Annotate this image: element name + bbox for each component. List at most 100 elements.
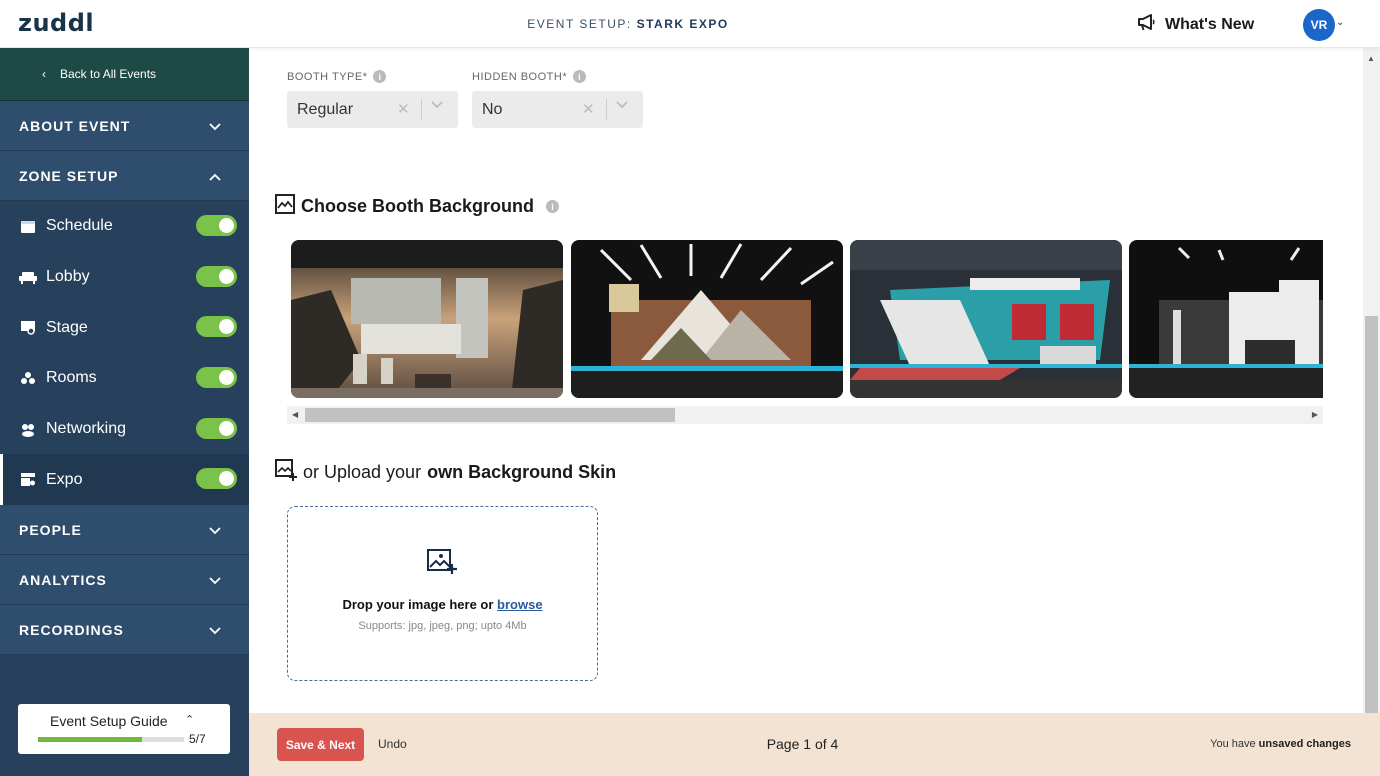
unsaved-changes-notice: You have unsaved changes — [1210, 738, 1351, 750]
booth-type-label: BOOTH TYPE* i — [287, 70, 387, 83]
guide-label: Event Setup Guide — [50, 713, 168, 729]
event-name: STARK EXPO — [636, 17, 729, 31]
footer-bar: Save & Next Undo Page 1 of 4 You have un… — [249, 713, 1380, 776]
user-avatar[interactable]: VR — [1303, 9, 1335, 41]
section-zone-setup[interactable]: ZONE SETUP — [0, 151, 249, 201]
sidebar-item-stage[interactable]: Stage — [0, 302, 249, 353]
sidebar-item-label: Stage — [46, 318, 88, 336]
hidden-booth-label-text: HIDDEN BOOTH* — [472, 70, 568, 83]
whats-new-label: What's New — [1165, 15, 1255, 33]
sidebar-item-label: Schedule — [46, 217, 113, 235]
scroll-left-arrow-icon[interactable]: ◀ — [292, 410, 298, 419]
sidebar-item-label: Expo — [46, 470, 83, 488]
unsaved-bold: unsaved changes — [1258, 738, 1351, 750]
booth-type-select[interactable]: Regular ✕ — [287, 91, 458, 128]
guide-count: 5/7 — [189, 732, 206, 746]
booth-background-gallery — [291, 240, 1323, 398]
scroll-up-arrow-icon[interactable]: ▲ — [1367, 54, 1375, 63]
page-vertical-scrollbar[interactable]: ▲ — [1363, 48, 1380, 713]
background-option-2[interactable] — [571, 240, 843, 398]
image-add-icon — [275, 459, 297, 486]
info-icon[interactable]: i — [373, 70, 387, 83]
expo-icon — [19, 472, 37, 488]
unsaved-prefix: You have — [1210, 738, 1256, 750]
back-to-all-events-link[interactable]: ‹ Back to All Events — [0, 48, 249, 101]
upload-background-heading: or Upload your own Background Skin — [275, 459, 616, 486]
event-setup-guide[interactable]: Event Setup Guide ⌃ 5/7 — [18, 704, 230, 754]
upload-bold: own Background Skin — [427, 462, 617, 482]
section-label: PEOPLE — [19, 521, 82, 538]
section-label: ABOUT EVENT — [19, 117, 131, 134]
section-label: RECORDINGS — [19, 621, 124, 638]
background-option-4[interactable] — [1129, 240, 1323, 398]
hidden-booth-label: HIDDEN BOOTH* i — [472, 70, 587, 83]
sidebar-item-label: Rooms — [46, 369, 97, 387]
chevron-down-icon[interactable] — [616, 100, 628, 112]
lobby-toggle[interactable] — [196, 265, 237, 287]
supported-formats: Supports: jpg, jpeg, png; upto 4Mb — [358, 620, 527, 632]
chevron-up-icon: ⌃ — [185, 714, 195, 726]
rooms-icon — [19, 370, 37, 386]
image-icon — [275, 194, 295, 219]
drop-instructions: Drop your image here or browse — [288, 597, 597, 612]
horizontal-scroll-thumb[interactable] — [305, 408, 675, 422]
sidebar-item-schedule[interactable]: Schedule — [0, 201, 249, 252]
heading-text: Choose Booth Background — [301, 196, 534, 216]
sofa-icon — [19, 269, 37, 285]
schedule-toggle[interactable] — [196, 215, 237, 236]
top-bar: zuddl EVENT SETUP: STARK EXPO What's New… — [0, 0, 1380, 48]
chevron-down-icon[interactable]: ⌄ — [1336, 17, 1344, 28]
event-setup-title: EVENT SETUP: STARK EXPO — [0, 17, 1256, 31]
event-prefix: EVENT SETUP: — [527, 17, 632, 31]
sidebar-item-expo[interactable]: Expo — [0, 454, 249, 506]
back-label: Back to All Events — [60, 67, 157, 81]
megaphone-icon — [1137, 13, 1157, 36]
chevron-up-icon — [209, 168, 221, 184]
sidebar-item-lobby[interactable]: Lobby — [0, 252, 249, 303]
select-divider — [606, 99, 607, 120]
sidebar: ‹ Back to All Events ABOUT EVENT ZONE SE… — [0, 48, 249, 776]
gallery-horizontal-scrollbar[interactable]: ◀ ▶ — [287, 406, 1323, 424]
chevron-down-icon — [209, 572, 221, 588]
section-analytics[interactable]: ANALYTICS — [0, 555, 249, 606]
upload-prefix: or Upload your — [303, 462, 422, 482]
section-recordings[interactable]: RECORDINGS — [0, 605, 249, 656]
browse-link[interactable]: browse — [497, 597, 543, 612]
choose-booth-background-heading: Choose Booth Background i — [275, 194, 559, 219]
background-option-1[interactable] — [291, 240, 563, 398]
chevron-left-icon: ‹ — [42, 67, 46, 81]
info-icon[interactable]: i — [546, 200, 559, 213]
section-about-event[interactable]: ABOUT EVENT — [0, 101, 249, 151]
whats-new-button[interactable]: What's New — [1137, 13, 1254, 36]
sidebar-item-label: Networking — [46, 420, 127, 438]
guide-progress-fill — [38, 737, 142, 742]
section-people[interactable]: PEOPLE — [0, 505, 249, 556]
chevron-down-icon — [209, 622, 221, 638]
calendar-icon — [19, 218, 37, 234]
booth-type-value: Regular — [297, 100, 354, 118]
background-option-3[interactable] — [850, 240, 1122, 398]
hidden-booth-select[interactable]: No ✕ — [472, 91, 643, 128]
page-indicator: Page 1 of 4 — [766, 736, 839, 752]
networking-toggle[interactable] — [196, 417, 237, 439]
chevron-down-icon[interactable] — [431, 100, 443, 112]
sidebar-item-rooms[interactable]: Rooms — [0, 353, 249, 404]
clear-icon[interactable]: ✕ — [582, 100, 595, 118]
info-icon[interactable]: i — [573, 70, 587, 83]
main-content: BOOTH TYPE* i Regular ✕ HIDDEN BOOTH* i … — [249, 48, 1363, 713]
sidebar-item-networking[interactable]: Networking — [0, 404, 249, 455]
guide-progress-bar — [38, 737, 184, 742]
section-label: ANALYTICS — [19, 571, 107, 588]
clear-icon[interactable]: ✕ — [397, 100, 410, 118]
select-divider — [421, 99, 422, 120]
image-dropzone[interactable]: Drop your image here or browse Supports:… — [287, 506, 598, 681]
chevron-down-icon — [209, 522, 221, 538]
stage-toggle[interactable] — [196, 316, 237, 338]
scroll-right-arrow-icon[interactable]: ▶ — [1312, 410, 1318, 419]
vertical-scroll-thumb[interactable] — [1365, 316, 1378, 713]
rooms-toggle[interactable] — [196, 367, 237, 389]
expo-toggle[interactable] — [196, 468, 237, 490]
chevron-down-icon — [209, 118, 221, 134]
section-label: ZONE SETUP — [19, 167, 119, 184]
sidebar-item-label: Lobby — [46, 268, 90, 286]
